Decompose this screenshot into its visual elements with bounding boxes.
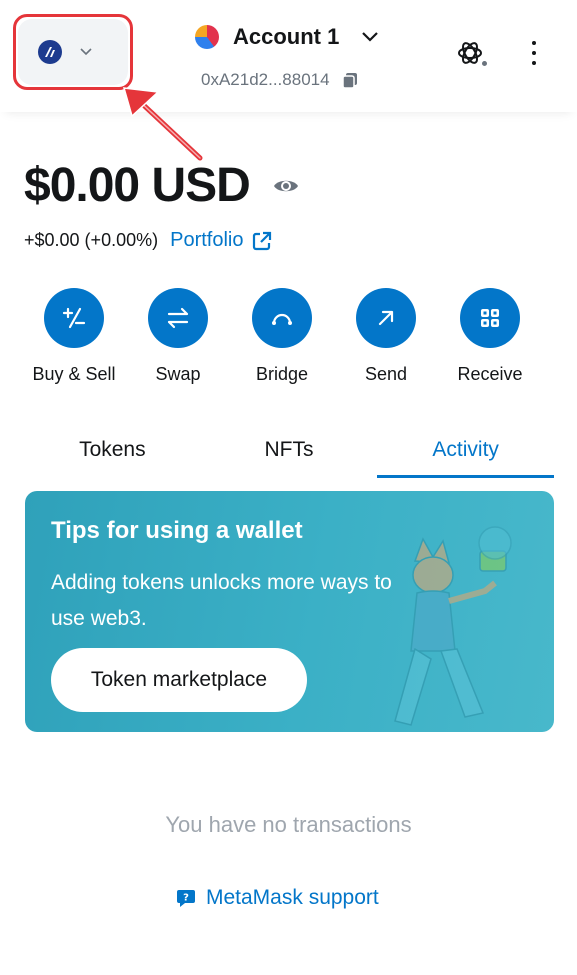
annotation-arrow-icon: [122, 87, 203, 161]
empty-transactions-text: You have no transactions: [165, 812, 412, 837]
tab-nfts[interactable]: NFTs: [201, 422, 378, 478]
copy-icon[interactable]: [340, 70, 360, 90]
balance-currency: USD: [151, 159, 250, 212]
plus-minus-icon: [44, 288, 104, 348]
account-name: Account 1: [233, 24, 340, 49]
arrow-up-right-icon: [356, 288, 416, 348]
token-marketplace-button[interactable]: Token marketplace: [51, 648, 307, 712]
bridge-icon: [252, 288, 312, 348]
account-address[interactable]: 0xA21d2...88014: [201, 70, 360, 90]
swap-button[interactable]: Swap: [126, 288, 230, 385]
tips-title: Tips for using a wallet: [51, 517, 303, 544]
buy-sell-button[interactable]: Buy & Sell: [22, 288, 126, 385]
tab-tokens[interactable]: Tokens: [24, 422, 201, 478]
connection-status-dot: [480, 59, 489, 68]
metamask-support-link[interactable]: ? MetaMask support: [176, 886, 379, 910]
balance-row: $0.00 USD: [24, 158, 300, 213]
swap-arrows-icon: [148, 288, 208, 348]
bridge-button[interactable]: Bridge: [230, 288, 334, 385]
eye-icon[interactable]: [272, 172, 300, 200]
chevron-down-icon: [361, 28, 379, 46]
swap-label: Swap: [155, 364, 201, 384]
buy-sell-label: Buy & Sell: [32, 364, 116, 384]
address-text: 0xA21d2...88014: [201, 70, 330, 89]
balance-amount: $0.00: [24, 159, 140, 212]
portfolio-link[interactable]: Portfolio: [170, 229, 273, 252]
tab-activity[interactable]: Activity: [377, 422, 554, 478]
support-label: MetaMask support: [206, 886, 379, 909]
app-header: Account 1 0xA21d2...88014: [0, 0, 577, 112]
qr-code-icon: [460, 288, 520, 348]
external-link-icon: [253, 231, 272, 250]
more-vertical-icon[interactable]: [526, 38, 542, 68]
portfolio-label: Portfolio: [170, 229, 244, 251]
balance-change-row: +$0.00 (+0.00%) Portfolio: [24, 229, 273, 252]
message-question-icon: ?: [177, 890, 195, 907]
action-buttons: Buy & Sell Swap Bridge Send Receive: [22, 288, 542, 385]
send-label: Send: [364, 364, 408, 384]
balance-value: $0.00 USD: [24, 158, 251, 213]
asset-tabs: Tokens NFTs Activity: [24, 422, 554, 478]
send-button[interactable]: Send: [334, 288, 438, 385]
receive-button[interactable]: Receive: [438, 288, 542, 385]
account-picker[interactable]: Account 1: [195, 22, 379, 52]
tips-card: Tips for using a wallet Adding tokens un…: [25, 491, 554, 732]
receive-label: Receive: [457, 364, 523, 384]
svg-text:?: ?: [183, 893, 189, 904]
bridge-label: Bridge: [255, 364, 309, 384]
account-avatar-icon: [195, 25, 219, 49]
balance-change: +$0.00 (+0.00%): [24, 230, 159, 250]
tips-body: Adding tokens unlocks more ways to use w…: [51, 571, 392, 630]
